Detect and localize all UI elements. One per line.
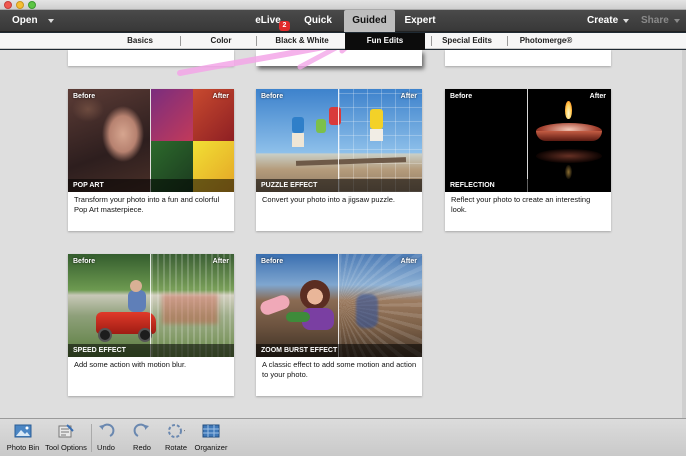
open-label: Open bbox=[12, 15, 38, 26]
chevron-down-icon bbox=[47, 18, 54, 23]
effect-title: POP ART bbox=[68, 179, 234, 192]
mode-tab-expert[interactable]: Expert bbox=[400, 10, 440, 32]
chevron-down-icon bbox=[623, 18, 630, 23]
tool-options-icon bbox=[57, 422, 75, 440]
undo-icon bbox=[97, 422, 115, 440]
tool-label: Rotate bbox=[164, 443, 188, 452]
effect-card-zoom-burst-effect[interactable]: Before After ZOOM BURST EFFECT A classic… bbox=[256, 254, 422, 396]
after-label: After bbox=[589, 93, 606, 100]
create-label: Create bbox=[587, 15, 619, 26]
after-image bbox=[339, 254, 422, 357]
tab-black-white[interactable]: Black & White bbox=[266, 33, 338, 49]
redo-icon bbox=[133, 422, 151, 440]
effect-title: ZOOM BURST EFFECT bbox=[256, 344, 422, 357]
effect-title: SPEED EFFECT bbox=[68, 344, 234, 357]
open-button[interactable]: Open bbox=[12, 15, 54, 26]
after-label: After bbox=[212, 258, 229, 265]
effect-thumbnail: Before After SPEED EFFECT bbox=[68, 254, 234, 357]
mode-tab-label: Expert bbox=[404, 15, 436, 26]
before-after-divider bbox=[150, 89, 151, 192]
after-label: After bbox=[400, 258, 417, 265]
category-tabs: Basics Color Black & White Fun Edits Spe… bbox=[0, 33, 686, 50]
tab-photomerge[interactable]: Photomerge® bbox=[514, 33, 578, 49]
share-label: Share bbox=[641, 15, 669, 26]
close-window-button[interactable] bbox=[4, 1, 12, 9]
minimize-window-button[interactable] bbox=[16, 1, 24, 9]
mode-tab-guided[interactable]: Guided bbox=[344, 10, 395, 32]
effect-card-speed-effect[interactable]: Before After SPEED EFFECT Add some actio… bbox=[68, 254, 234, 396]
tab-divider bbox=[256, 36, 257, 46]
after-label: After bbox=[212, 93, 229, 100]
tool-label: Undo bbox=[97, 443, 115, 452]
share-button[interactable]: Share bbox=[641, 15, 680, 26]
before-label: Before bbox=[73, 93, 96, 100]
chevron-down-icon bbox=[673, 18, 680, 23]
after-image bbox=[528, 89, 611, 192]
tab-divider bbox=[507, 36, 508, 46]
tool-label: Photo Bin bbox=[6, 443, 40, 452]
before-after-divider bbox=[338, 89, 339, 192]
effect-description: Add some action with motion blur. bbox=[74, 360, 187, 369]
effect-thumbnail: Before After ZOOM BURST EFFECT bbox=[256, 254, 422, 357]
effect-thumbnail: Before After REFLECTION bbox=[445, 89, 611, 192]
tool-options-button[interactable]: Tool Options bbox=[44, 422, 88, 452]
zoom-window-button[interactable] bbox=[28, 1, 36, 9]
effect-card-puzzle-effect[interactable]: Before After PUZZLE EFFECT Convert your … bbox=[256, 89, 422, 231]
before-image bbox=[68, 89, 151, 192]
organizer-button[interactable]: Organizer bbox=[194, 422, 228, 452]
effect-description: Reflect your photo to create an interest… bbox=[451, 195, 591, 214]
window-titlebar bbox=[0, 0, 686, 10]
rotate-button[interactable]: Rotate bbox=[162, 422, 190, 452]
mode-tab-elive[interactable]: eLive bbox=[254, 10, 282, 32]
tab-divider bbox=[431, 36, 432, 46]
mode-tab-quick[interactable]: Quick bbox=[300, 10, 336, 32]
effect-thumbnail: Before After POP ART bbox=[68, 89, 234, 192]
organizer-icon bbox=[202, 422, 220, 440]
rotate-icon bbox=[167, 422, 185, 440]
tool-label: Tool Options bbox=[45, 443, 87, 452]
scrollbar-track[interactable] bbox=[682, 50, 686, 418]
before-label: Before bbox=[450, 93, 473, 100]
create-button[interactable]: Create bbox=[587, 15, 630, 26]
before-image bbox=[445, 89, 528, 192]
before-label: Before bbox=[261, 258, 284, 265]
photo-bin-button[interactable]: Photo Bin bbox=[5, 422, 41, 452]
before-label: Before bbox=[73, 258, 96, 265]
tab-fun-edits[interactable]: Fun Edits bbox=[345, 33, 425, 50]
before-label: Before bbox=[261, 93, 284, 100]
mode-tab-label: eLive bbox=[255, 15, 281, 26]
annotation-arrow bbox=[177, 50, 348, 76]
redo-button[interactable]: Redo bbox=[130, 422, 154, 452]
photo-bin-icon bbox=[14, 422, 32, 440]
notification-badge: 2 bbox=[279, 21, 290, 31]
before-after-divider bbox=[338, 254, 339, 357]
before-after-divider bbox=[527, 89, 528, 192]
guided-edits-grid[interactable]: Before After POP ART Transform your phot… bbox=[0, 50, 686, 418]
before-after-divider bbox=[150, 254, 151, 357]
mode-tab-label: Quick bbox=[304, 15, 332, 26]
tab-color[interactable]: Color bbox=[200, 33, 242, 49]
effect-title: PUZZLE EFFECT bbox=[256, 179, 422, 192]
tab-basics[interactable]: Basics bbox=[118, 33, 162, 49]
mode-tab-label: Guided bbox=[352, 15, 387, 26]
after-label: After bbox=[400, 93, 417, 100]
effect-card-pop-art[interactable]: Before After POP ART Transform your phot… bbox=[68, 89, 234, 231]
after-image bbox=[151, 89, 234, 192]
undo-button[interactable]: Undo bbox=[94, 422, 118, 452]
effect-description: A classic effect to add some motion and … bbox=[262, 360, 417, 379]
toolbar-divider bbox=[91, 424, 92, 452]
tool-label: Redo bbox=[133, 443, 151, 452]
tool-label: Organizer bbox=[194, 443, 228, 452]
mode-bar: Open eLive 2 Quick Guided Expert Create … bbox=[0, 10, 686, 32]
effect-title: REFLECTION bbox=[445, 179, 611, 192]
effect-description: Transform your photo into a fun and colo… bbox=[74, 195, 220, 214]
effect-card-reflection[interactable]: Before After REFLECTION Reflect your pho… bbox=[445, 89, 611, 231]
effect-description: Convert your photo into a jigsaw puzzle. bbox=[262, 195, 395, 204]
bottom-panel: Photo Bin Tool Options Undo Redo Rotate … bbox=[0, 418, 686, 456]
effect-thumbnail: Before After PUZZLE EFFECT bbox=[256, 89, 422, 192]
tab-special-edits[interactable]: Special Edits bbox=[437, 33, 497, 49]
tab-divider bbox=[180, 36, 181, 46]
